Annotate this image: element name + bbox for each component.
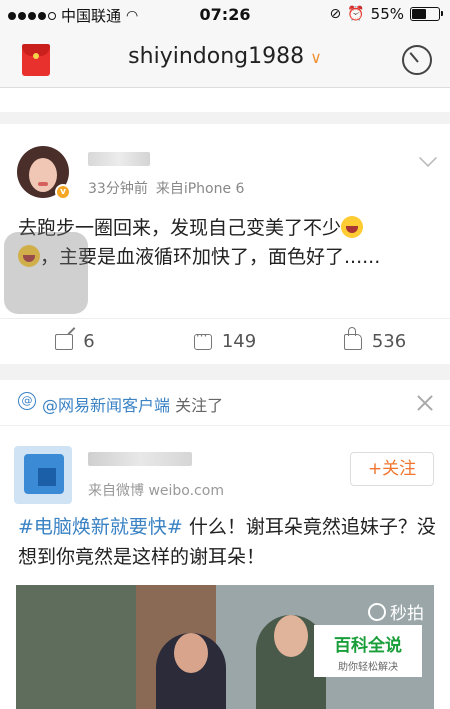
weibo-post-card[interactable]: @ @网易新闻客户端 关注了 来自微博 weibo.com +关注 #电脑焕新就… <box>0 380 450 709</box>
at-icon: @ <box>18 392 36 410</box>
status-right: ⊘ ⏰ 55% <box>329 5 443 23</box>
notice-action: 关注了 <box>170 396 224 415</box>
like-count: 536 <box>371 331 407 352</box>
video-watermark: 秒拍 <box>368 599 424 624</box>
verified-badge-icon: v <box>55 184 71 200</box>
blurred-username <box>88 152 150 166</box>
radar-icon[interactable] <box>402 45 432 75</box>
video-thumbnail[interactable]: 秒拍 百科全说 助你轻松解决 <box>16 585 434 709</box>
post-text: #电脑焕新就要快# 什么！谢耳朵竟然追妹子？没想到你竟然是这样的谢耳朵！ <box>18 512 438 572</box>
like-icon <box>343 326 362 350</box>
profile-name: shiyindong1988 <box>128 44 305 69</box>
comment-button[interactable]: 149 <box>150 319 300 364</box>
card-divider <box>0 112 450 124</box>
lock-rotation-icon: ⊘ <box>329 6 342 22</box>
avatar[interactable] <box>14 446 72 504</box>
notice-text: @网易新闻客户端 关注了 <box>42 392 223 416</box>
post-action-bar: 6 149 536 <box>0 318 450 364</box>
camera-icon <box>368 602 386 621</box>
topic-tag[interactable]: #电脑焕新就要快# <box>18 516 183 538</box>
post-text-part2: ，主要是血液循环加快了，面色好了...... <box>40 246 381 268</box>
status-bar: 中国联通 ◠ 07:26 ⊘ ⏰ 55% <box>0 0 450 30</box>
battery-icon <box>410 7 443 21</box>
screen: 中国联通 ◠ 07:26 ⊘ ⏰ 55% shiyindong1988 ∨ v 3… <box>0 0 450 709</box>
laughing-emoji-icon <box>341 216 364 238</box>
profile-switcher[interactable]: shiyindong1988 ∨ <box>0 44 450 69</box>
follow-button[interactable]: +关注 <box>350 452 434 486</box>
post-source: 来自微博 weibo.com <box>88 483 224 499</box>
baike-watermark: 百科全说 助你轻松解决 <box>314 625 422 677</box>
share-icon <box>55 333 74 350</box>
close-icon[interactable] <box>416 394 434 412</box>
post-time: 33分钟前 <box>88 181 148 197</box>
nav-bar: shiyindong1988 ∨ <box>0 30 450 88</box>
assistive-touch-button[interactable] <box>4 232 88 314</box>
post-source: 来自iPhone 6 <box>155 181 245 197</box>
card-divider <box>0 364 450 380</box>
share-button[interactable]: 6 <box>0 319 150 364</box>
comment-icon <box>193 329 212 350</box>
comment-count: 149 <box>221 331 257 352</box>
previous-card-actions <box>0 88 450 112</box>
chevron-down-icon: ∨ <box>310 48 322 67</box>
dropdown-chevron-icon[interactable] <box>418 148 438 168</box>
baike-title: 百科全说 <box>334 636 402 656</box>
share-count: 6 <box>83 331 95 352</box>
watermark-label: 秒拍 <box>390 604 424 624</box>
post-meta: 33分钟前 来自iPhone 6 <box>88 178 244 198</box>
baike-subtitle: 助你轻松解决 <box>338 662 398 673</box>
notice-link[interactable]: @网易新闻客户端 <box>42 396 170 415</box>
like-button[interactable]: 536 <box>300 319 450 364</box>
battery-percent: 55% <box>370 5 404 23</box>
blurred-username <box>88 452 192 466</box>
follow-notice: @ @网易新闻客户端 关注了 <box>0 380 450 426</box>
alarm-icon: ⏰ <box>347 6 365 22</box>
